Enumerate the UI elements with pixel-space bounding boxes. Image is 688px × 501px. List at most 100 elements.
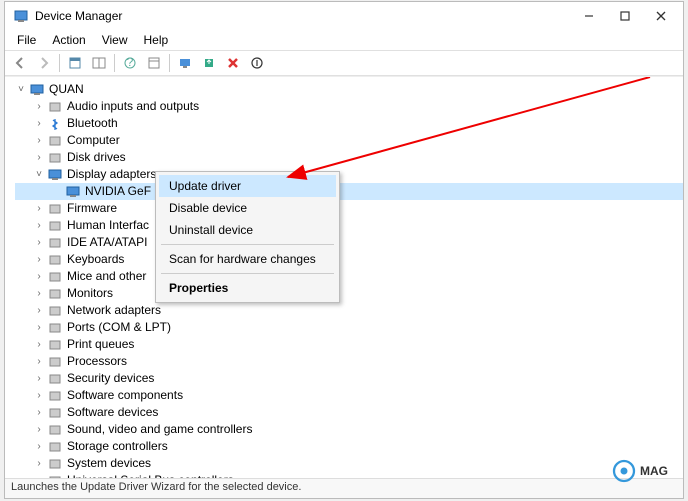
tree-root[interactable]: ˅ QUAN xyxy=(15,81,683,98)
tree-item-label: Display adapters xyxy=(67,166,156,183)
device-category-icon xyxy=(47,116,63,132)
menu-file[interactable]: File xyxy=(9,31,44,49)
tree-item[interactable]: ˅ Display adapters xyxy=(15,166,683,183)
app-icon xyxy=(13,8,29,24)
tree-item[interactable]: ›Bluetooth xyxy=(15,115,683,132)
chevron-right-icon[interactable]: › xyxy=(33,319,45,336)
tree-item[interactable]: › Computer xyxy=(15,132,683,149)
device-category-icon xyxy=(47,354,63,370)
tree-item[interactable]: › Ports (COM & LPT) xyxy=(15,319,683,336)
tree-item[interactable]: › Universal Serial Bus controllers xyxy=(15,472,683,478)
device-category-icon xyxy=(47,218,63,234)
close-button[interactable] xyxy=(643,4,679,28)
chevron-right-icon[interactable]: › xyxy=(33,455,45,472)
tree-item[interactable]: ›Firmware xyxy=(15,200,683,217)
context-menu: Update driver Disable device Uninstall d… xyxy=(155,171,340,303)
menu-view[interactable]: View xyxy=(94,31,136,49)
minimize-button[interactable] xyxy=(571,4,607,28)
ctx-disable-device[interactable]: Disable device xyxy=(159,197,336,219)
tree-item-label: Software components xyxy=(67,387,183,404)
ctx-properties[interactable]: Properties xyxy=(159,277,336,299)
device-category-icon xyxy=(47,303,63,319)
chevron-right-icon[interactable]: › xyxy=(33,370,45,387)
toolbar-icon-2[interactable] xyxy=(88,52,110,74)
brand-text: MAG xyxy=(640,464,668,478)
chevron-down-icon[interactable]: ˅ xyxy=(33,166,45,183)
tree-item-label: NVIDIA GeF xyxy=(85,183,151,200)
tree-item[interactable]: ›Human Interfac xyxy=(15,217,683,234)
tree-item[interactable]: ›Storage controllers xyxy=(15,438,683,455)
disable-icon[interactable] xyxy=(246,52,268,74)
tree-item-label: IDE ATA/ATAPI xyxy=(67,234,147,251)
ctx-update-driver[interactable]: Update driver xyxy=(159,175,336,197)
tree-item[interactable]: ›Keyboards xyxy=(15,251,683,268)
tree-item-label: Processors xyxy=(67,353,127,370)
chevron-right-icon[interactable]: › xyxy=(33,251,45,268)
tree-item-label: Ports (COM & LPT) xyxy=(67,319,171,336)
chevron-right-icon[interactable]: › xyxy=(33,234,45,251)
tree-item[interactable]: ›Mice and other xyxy=(15,268,683,285)
device-tree[interactable]: ˅ QUAN ›Audio inputs and outputs›Bluetoo… xyxy=(5,81,683,478)
maximize-button[interactable] xyxy=(607,4,643,28)
tree-item[interactable]: ›Software devices xyxy=(15,404,683,421)
tree-item[interactable]: ›Audio inputs and outputs xyxy=(15,98,683,115)
window-title: Device Manager xyxy=(35,9,571,23)
help-icon[interactable]: ? xyxy=(119,52,141,74)
tree-item-label: Computer xyxy=(67,132,120,149)
tree-item-label: Network adapters xyxy=(67,302,161,319)
forward-button[interactable] xyxy=(33,52,55,74)
tree-item[interactable]: ›Disk drives xyxy=(15,149,683,166)
back-button[interactable] xyxy=(9,52,31,74)
tree-item[interactable]: ›Monitors xyxy=(15,285,683,302)
menubar: File Action View Help xyxy=(5,30,683,50)
chevron-right-icon[interactable]: › xyxy=(33,268,45,285)
menu-action[interactable]: Action xyxy=(44,31,93,49)
tree-item[interactable]: › Sound, video and game controllers xyxy=(15,421,683,438)
chevron-right-icon[interactable]: › xyxy=(33,149,45,166)
update-driver-icon[interactable] xyxy=(198,52,220,74)
tree-item-selected[interactable]: NVIDIA GeF xyxy=(15,183,683,200)
device-category-icon xyxy=(47,422,63,438)
device-category-icon xyxy=(47,252,63,268)
ctx-separator xyxy=(161,273,334,274)
chevron-right-icon[interactable]: › xyxy=(33,217,45,234)
chevron-right-icon[interactable]: › xyxy=(33,421,45,438)
chevron-right-icon[interactable]: › xyxy=(33,404,45,421)
computer-icon xyxy=(29,82,45,98)
tree-item-label: Universal Serial Bus controllers xyxy=(67,472,234,478)
chevron-right-icon[interactable]: › xyxy=(33,115,45,132)
device-category-icon xyxy=(47,473,63,479)
uninstall-icon[interactable] xyxy=(222,52,244,74)
tree-item[interactable]: ›Print queues xyxy=(15,336,683,353)
tree-item-label: Sound, video and game controllers xyxy=(67,421,252,438)
toolbar-icon-3[interactable] xyxy=(143,52,165,74)
chevron-down-icon[interactable]: ˅ xyxy=(15,81,27,98)
brand-icon xyxy=(612,459,636,483)
tree-item-label: System devices xyxy=(67,455,151,472)
chevron-right-icon[interactable]: › xyxy=(33,472,45,478)
ctx-scan-hardware[interactable]: Scan for hardware changes xyxy=(159,248,336,270)
chevron-right-icon[interactable]: › xyxy=(33,132,45,149)
menu-help[interactable]: Help xyxy=(136,31,177,49)
svg-text:?: ? xyxy=(127,56,134,69)
ctx-uninstall-device[interactable]: Uninstall device xyxy=(159,219,336,241)
device-category-icon xyxy=(47,371,63,387)
tree-item[interactable]: › Software components xyxy=(15,387,683,404)
tree-item[interactable]: › System devices xyxy=(15,455,683,472)
chevron-right-icon[interactable]: › xyxy=(33,387,45,404)
tree-item[interactable]: › Processors xyxy=(15,353,683,370)
chevron-right-icon[interactable]: › xyxy=(33,336,45,353)
tree-item[interactable]: › IDE ATA/ATAPI xyxy=(15,234,683,251)
chevron-right-icon[interactable]: › xyxy=(33,353,45,370)
tree-item-label: Security devices xyxy=(67,370,154,387)
chevron-right-icon[interactable]: › xyxy=(33,438,45,455)
scan-hardware-icon[interactable] xyxy=(174,52,196,74)
device-category-icon xyxy=(47,337,63,353)
tree-item[interactable]: › Network adapters xyxy=(15,302,683,319)
tree-item[interactable]: › Security devices xyxy=(15,370,683,387)
toolbar-icon-1[interactable] xyxy=(64,52,86,74)
chevron-right-icon[interactable]: › xyxy=(33,200,45,217)
chevron-right-icon[interactable]: › xyxy=(33,98,45,115)
chevron-right-icon[interactable]: › xyxy=(33,302,45,319)
chevron-right-icon[interactable]: › xyxy=(33,285,45,302)
